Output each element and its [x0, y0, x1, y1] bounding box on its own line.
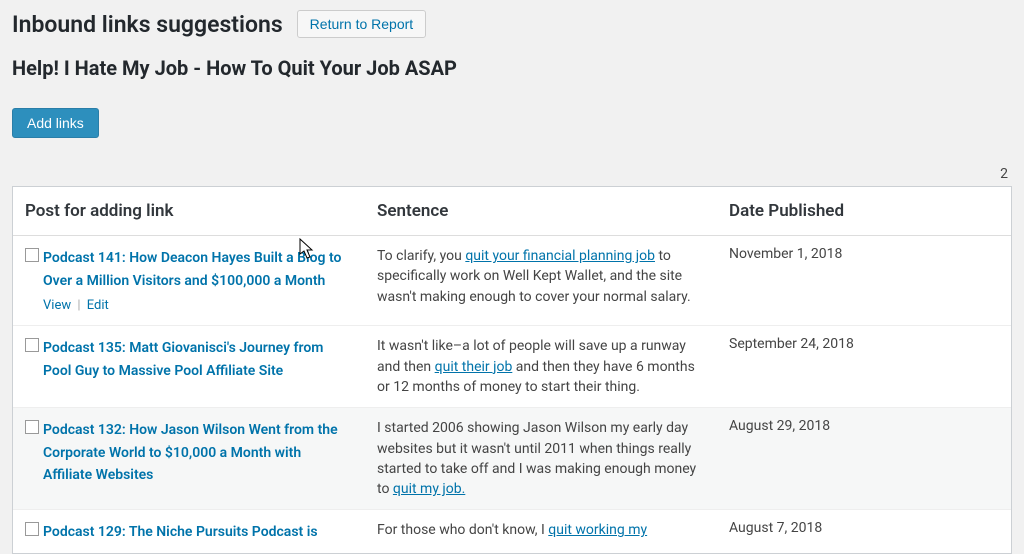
view-link[interactable]: View: [43, 298, 71, 313]
table-row: Podcast 129: The Niche Pursuits Podcast …: [13, 510, 1011, 553]
sentence-cell: To clarify, you quit your financial plan…: [365, 236, 717, 325]
table-row: Podcast 132: How Jason Wilson Went from …: [13, 408, 1011, 510]
post-subtitle: Help! I Hate My Job - How To Quit Your J…: [12, 56, 1012, 80]
row-checkbox[interactable]: [25, 522, 39, 536]
date-cell: August 29, 2018: [717, 408, 1011, 509]
add-links-button[interactable]: Add links: [12, 108, 99, 138]
sentence-link[interactable]: quit working my: [548, 522, 647, 538]
col-date-header[interactable]: Date Published: [717, 187, 1011, 235]
table-row: Podcast 135: Matt Giovanisci's Journey f…: [13, 326, 1011, 408]
sentence-cell: For those who don't know, I quit working…: [365, 510, 717, 553]
return-to-report-button[interactable]: Return to Report: [297, 10, 427, 38]
row-checkbox[interactable]: [25, 420, 39, 434]
row-checkbox[interactable]: [25, 338, 39, 352]
edit-link[interactable]: Edit: [87, 298, 109, 313]
col-post-header[interactable]: Post for adding link: [13, 187, 365, 235]
sentence-cell: It wasn't like–a lot of people will save…: [365, 326, 717, 407]
date-cell: November 1, 2018: [717, 236, 1011, 325]
action-divider: |: [77, 298, 80, 313]
row-checkbox[interactable]: [25, 248, 39, 262]
post-link[interactable]: Podcast 132: How Jason Wilson Went from …: [43, 422, 338, 483]
sentence-cell: I started 2006 showing Jason Wilson my e…: [365, 408, 717, 509]
col-sentence-header[interactable]: Sentence: [365, 187, 717, 235]
table-row: Podcast 141: How Deacon Hayes Built a Bl…: [13, 236, 1011, 326]
page-title: Inbound links suggestions: [12, 11, 283, 38]
date-cell: September 24, 2018: [717, 326, 1011, 407]
sentence-pre: To clarify, you: [377, 248, 465, 264]
sentence-link[interactable]: quit their job: [435, 359, 513, 375]
post-link[interactable]: Podcast 141: How Deacon Hayes Built a Bl…: [43, 250, 341, 289]
post-link[interactable]: Podcast 129: The Niche Pursuits Podcast …: [43, 524, 318, 540]
row-actions: View | Edit: [43, 297, 353, 315]
item-count: 2: [12, 166, 1012, 182]
sentence-pre: For those who don't know, I: [377, 522, 548, 538]
date-cell: August 7, 2018: [717, 510, 1011, 553]
post-link[interactable]: Podcast 135: Matt Giovanisci's Journey f…: [43, 340, 323, 379]
sentence-link[interactable]: quit my job.: [393, 481, 465, 497]
suggestions-table: Post for adding link Sentence Date Publi…: [12, 186, 1012, 554]
sentence-link[interactable]: quit your financial planning job: [465, 248, 655, 264]
